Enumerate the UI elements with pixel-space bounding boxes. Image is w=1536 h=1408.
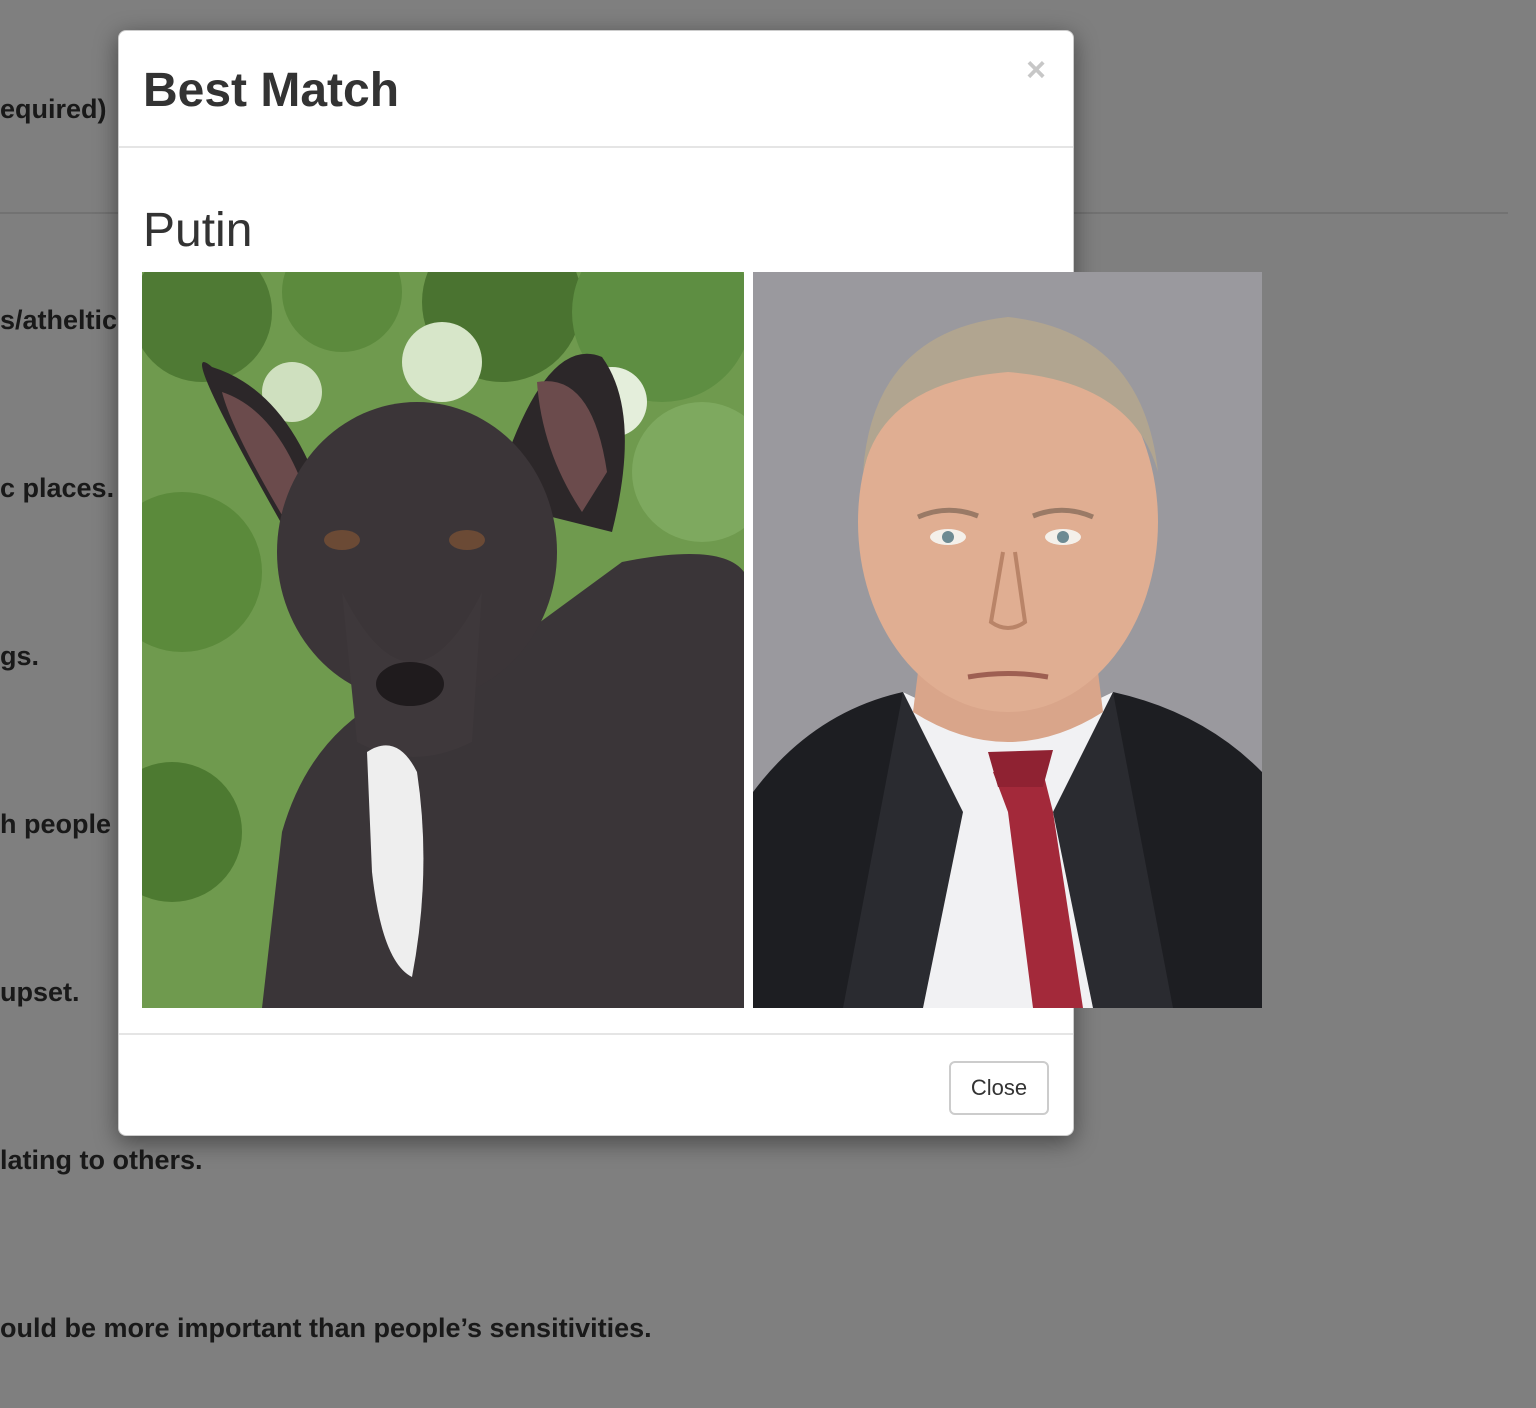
person-photo <box>753 272 1262 1008</box>
close-button[interactable]: Close <box>949 1061 1049 1115</box>
close-icon[interactable]: × <box>1021 53 1051 87</box>
modal-title: Best Match <box>143 64 400 117</box>
dog-photo <box>142 272 744 1008</box>
dog-image <box>142 272 744 1008</box>
match-name: Putin <box>143 204 253 257</box>
person-image <box>753 272 1262 1008</box>
modal-footer: Close <box>119 1033 1073 1135</box>
modal-header: Best Match × <box>119 31 1073 148</box>
